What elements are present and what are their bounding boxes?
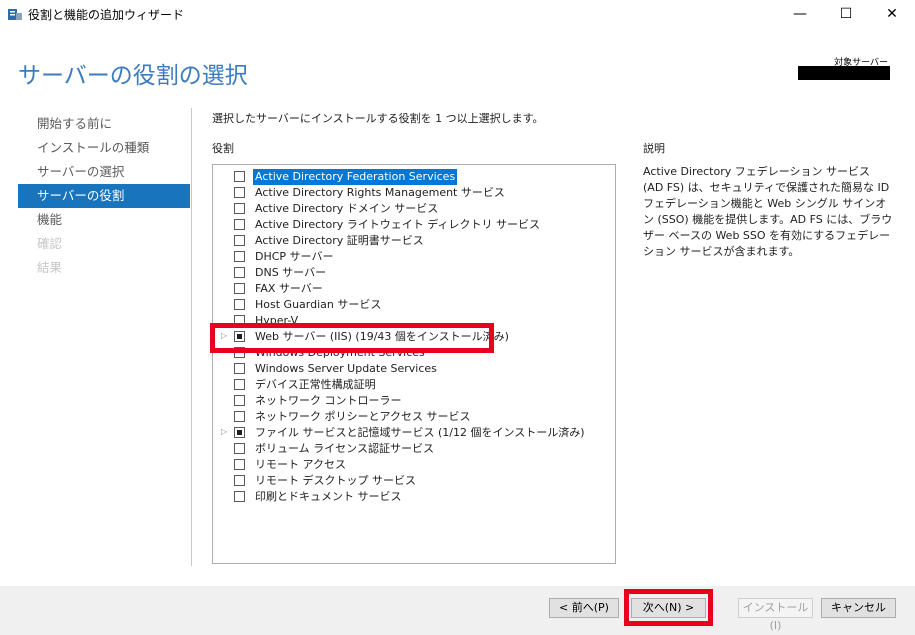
server-manager-icon [8,9,22,20]
next-button[interactable]: 次へ(N) > [631,598,706,618]
window-title: 役割と機能の追加ウィザード [28,8,185,22]
nav-step-item[interactable]: サーバーの選択 [18,160,190,184]
role-list-item[interactable]: デバイス正常性構成証明 [213,377,613,393]
role-label: ネットワーク コントローラー [255,394,402,407]
page-title: サーバーの役割の選択 [18,63,248,89]
role-list-item[interactable]: ▷ ファイル サービスと記憶域サービス (1/12 個をインストール済み) [213,425,613,441]
wizard-step-nav: 開始する前に インストールの種類 サーバーの選択 サーバーの役割 機能確認結果 [18,112,190,280]
role-list-item[interactable]: Windows Deployment Services [213,345,613,361]
role-label: ボリューム ライセンス認証サービス [255,442,434,455]
role-checkbox[interactable] [234,395,245,406]
role-checkbox[interactable] [234,491,245,502]
role-checkbox[interactable] [234,187,245,198]
role-label: ネットワーク ポリシーとアクセス サービス [255,410,471,423]
role-list-item[interactable]: ネットワーク ポリシーとアクセス サービス [213,409,613,425]
role-checkbox[interactable] [234,299,245,310]
role-checkbox[interactable] [234,283,245,294]
role-list-item[interactable]: リモート アクセス [213,457,613,473]
role-label: リモート デスクトップ サービス [255,474,416,487]
role-list-item[interactable]: 印刷とドキュメント サービス [213,489,613,505]
role-label: Host Guardian サービス [255,298,382,311]
role-checkbox[interactable] [234,363,245,374]
nav-step-item[interactable]: インストールの種類 [18,136,190,160]
install-button: インストール(I) [738,598,813,632]
nav-step-item: 結果 [37,260,63,275]
role-label: Active Directory Federation Services [253,169,458,185]
role-checkbox[interactable] [234,267,245,278]
title-bar: 役割と機能の追加ウィザード — ☐ ✕ [0,0,915,28]
role-checkbox[interactable] [234,331,245,342]
role-label: 印刷とドキュメント サービス [255,490,402,503]
previous-button[interactable]: < 前へ(P) [549,598,619,618]
role-label: Windows Deployment Services [255,346,425,359]
role-label: Active Directory ドメイン サービス [255,202,439,215]
nav-step-item[interactable]: 機能 [18,208,190,232]
role-checkbox[interactable] [234,379,245,390]
role-checkbox[interactable] [234,459,245,470]
role-list-item[interactable]: DHCP サーバー [213,249,613,265]
nav-step-item[interactable]: サーバーの役割 [18,184,190,208]
role-checkbox[interactable] [234,251,245,262]
role-list-item[interactable]: Active Directory ライトウェイト ディレクトリ サービス [213,217,613,233]
role-label: Hyper-V [255,314,299,327]
role-checkbox[interactable] [234,347,245,358]
role-checkbox[interactable] [234,427,245,438]
nav-divider [191,108,192,566]
roles-heading: 役割 [212,142,234,155]
nav-step-item[interactable]: 開始する前に [18,112,190,136]
description-heading: 説明 [643,142,665,155]
role-label: Active Directory Rights Management サービス [255,186,505,199]
role-list-item[interactable]: Active Directory ドメイン サービス [213,201,613,217]
nav-step-item: 確認 [37,236,63,251]
role-label: FAX サーバー [255,282,323,295]
role-list-item[interactable]: Host Guardian サービス [213,297,613,313]
wizard-header: サーバーの役割の選択 対象サーバー [0,28,915,98]
role-label: Web サーバー (IIS) (19/43 個をインストール済み) [255,330,509,343]
role-label: DHCP サーバー [255,250,334,263]
role-checkbox[interactable] [234,219,245,230]
close-button[interactable]: ✕ [869,0,915,28]
role-checkbox[interactable] [234,443,245,454]
role-checkbox[interactable] [234,475,245,486]
cancel-button[interactable]: キャンセル [821,598,896,618]
minimize-button[interactable]: — [777,0,823,28]
role-label: DNS サーバー [255,266,327,279]
role-checkbox[interactable] [234,411,245,422]
role-checkbox[interactable] [234,235,245,246]
role-checkbox[interactable] [234,171,245,182]
role-description: Active Directory フェデレーション サービス (AD FS) は… [643,165,893,258]
role-label: デバイス正常性構成証明 [255,378,376,391]
role-label: ファイル サービスと記憶域サービス (1/12 個をインストール済み) [255,426,585,439]
target-server-name-redacted [798,66,890,80]
maximize-button[interactable]: ☐ [823,0,869,28]
role-label: Windows Server Update Services [255,362,437,375]
role-list-item[interactable]: ネットワーク コントローラー [213,393,613,409]
role-checkbox[interactable] [234,203,245,214]
role-list-item[interactable]: FAX サーバー [213,281,613,297]
role-label: Active Directory 証明書サービス [255,234,424,247]
role-list-item[interactable]: Active Directory Federation Services [213,169,613,185]
role-list-item[interactable]: リモート デスクトップ サービス [213,473,613,489]
role-checkbox[interactable] [234,315,245,326]
role-list-item[interactable]: ボリューム ライセンス認証サービス [213,441,613,457]
expand-arrow-icon[interactable]: ▷ [221,331,227,340]
role-label: リモート アクセス [255,458,346,471]
role-list-item[interactable]: Active Directory Rights Management サービス [213,185,613,201]
expand-arrow-icon[interactable]: ▷ [221,427,227,436]
role-label: Active Directory ライトウェイト ディレクトリ サービス [255,218,540,231]
role-list-item[interactable]: DNS サーバー [213,265,613,281]
role-list-item[interactable]: ▷ Web サーバー (IIS) (19/43 個をインストール済み) [213,329,613,345]
instruction-text: 選択したサーバーにインストールする役割を 1 つ以上選択します。 [212,112,544,125]
role-list-item[interactable]: Active Directory 証明書サービス [213,233,613,249]
role-list-item[interactable]: Windows Server Update Services [213,361,613,377]
roles-list[interactable]: Active Directory Federation Services Acti… [212,164,616,564]
role-list-item[interactable]: Hyper-V [213,313,613,329]
